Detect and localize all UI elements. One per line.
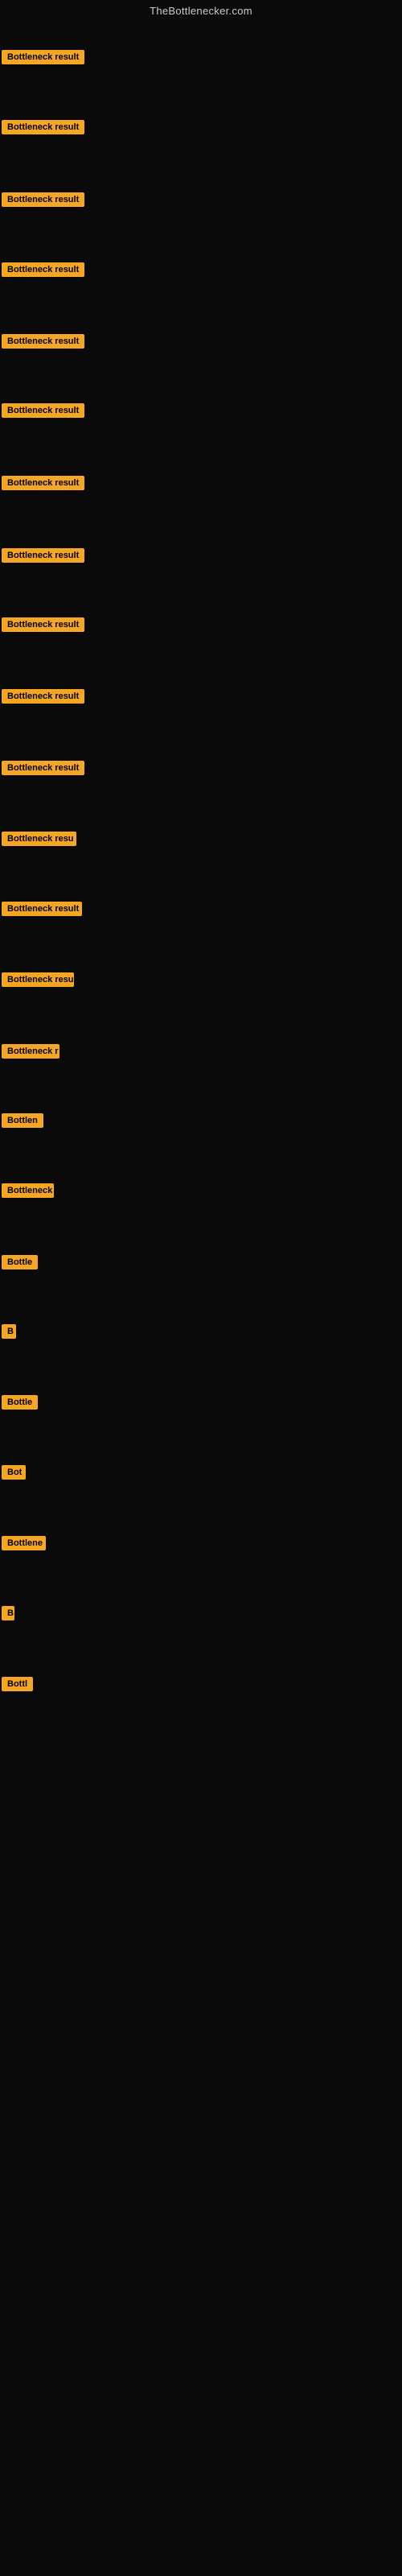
badge-label-4: Bottleneck result bbox=[2, 262, 84, 277]
bottleneck-badge-13: Bottleneck result bbox=[2, 902, 82, 920]
bottleneck-badge-19: B bbox=[2, 1324, 16, 1343]
badge-label-23: B bbox=[2, 1606, 14, 1620]
bottleneck-badge-5: Bottleneck result bbox=[2, 334, 84, 353]
bottleneck-badge-7: Bottleneck result bbox=[2, 476, 84, 494]
badge-label-7: Bottleneck result bbox=[2, 476, 84, 490]
bottleneck-badge-12: Bottleneck resu bbox=[2, 832, 76, 850]
bottleneck-badge-16: Bottlen bbox=[2, 1113, 43, 1132]
bottleneck-badge-24: Bottl bbox=[2, 1677, 33, 1695]
badge-label-9: Bottleneck result bbox=[2, 617, 84, 632]
bottleneck-badge-3: Bottleneck result bbox=[2, 192, 84, 211]
badge-label-20: Bottle bbox=[2, 1395, 38, 1410]
bottleneck-badge-22: Bottlene bbox=[2, 1536, 46, 1554]
bottleneck-badge-15: Bottleneck r bbox=[2, 1044, 59, 1063]
badge-label-10: Bottleneck result bbox=[2, 689, 84, 704]
badge-label-22: Bottlene bbox=[2, 1536, 46, 1550]
bottleneck-badge-1: Bottleneck result bbox=[2, 50, 84, 68]
badge-label-21: Bot bbox=[2, 1465, 26, 1480]
bottleneck-badge-20: Bottle bbox=[2, 1395, 38, 1414]
badge-label-19: B bbox=[2, 1324, 16, 1339]
badge-label-13: Bottleneck result bbox=[2, 902, 82, 916]
badge-label-8: Bottleneck result bbox=[2, 548, 84, 563]
badge-label-15: Bottleneck r bbox=[2, 1044, 59, 1059]
bottleneck-badge-23: B bbox=[2, 1606, 14, 1624]
bottleneck-badge-4: Bottleneck result bbox=[2, 262, 84, 281]
bottleneck-badge-18: Bottle bbox=[2, 1255, 38, 1274]
badge-label-17: Bottleneck bbox=[2, 1183, 54, 1198]
bottleneck-badge-10: Bottleneck result bbox=[2, 689, 84, 708]
badges-container: Bottleneck result Bottleneck result Bottle… bbox=[0, 20, 402, 2572]
bottleneck-badge-14: Bottleneck resu bbox=[2, 972, 74, 991]
bottleneck-badge-9: Bottleneck result bbox=[2, 617, 84, 636]
badge-label-1: Bottleneck result bbox=[2, 50, 84, 64]
site-title-container: TheBottlenecker.com bbox=[0, 0, 402, 20]
badge-label-16: Bottlen bbox=[2, 1113, 43, 1128]
bottleneck-badge-6: Bottleneck result bbox=[2, 403, 84, 422]
bottleneck-badge-2: Bottleneck result bbox=[2, 120, 84, 138]
badge-label-18: Bottle bbox=[2, 1255, 38, 1269]
site-title: TheBottlenecker.com bbox=[0, 0, 402, 20]
bottleneck-badge-8: Bottleneck result bbox=[2, 548, 84, 567]
bottleneck-badge-17: Bottleneck bbox=[2, 1183, 54, 1202]
badge-label-24: Bottl bbox=[2, 1677, 33, 1691]
bottleneck-badge-11: Bottleneck result bbox=[2, 761, 84, 779]
badge-label-11: Bottleneck result bbox=[2, 761, 84, 775]
badge-label-3: Bottleneck result bbox=[2, 192, 84, 207]
bottleneck-badge-21: Bot bbox=[2, 1465, 26, 1484]
badge-label-2: Bottleneck result bbox=[2, 120, 84, 134]
badge-label-5: Bottleneck result bbox=[2, 334, 84, 349]
badge-label-12: Bottleneck resu bbox=[2, 832, 76, 846]
badge-label-14: Bottleneck resu bbox=[2, 972, 74, 987]
badge-label-6: Bottleneck result bbox=[2, 403, 84, 418]
